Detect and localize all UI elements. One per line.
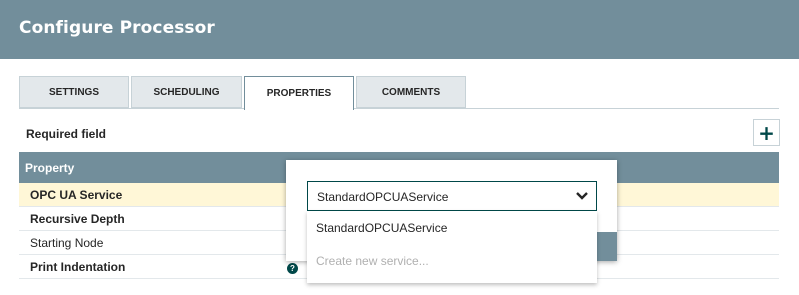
dialog-header: Configure Processor (0, 0, 799, 59)
property-name: Recursive Depth (30, 212, 125, 226)
tabs-divider (19, 108, 779, 109)
property-name: Print Indentation (30, 260, 126, 274)
dropdown-option-standard-opcua-service[interactable]: StandardOPCUAService (307, 211, 597, 243)
tab-comments[interactable]: COMMENTS (356, 76, 466, 108)
editor-footer (596, 232, 617, 261)
property-column-header: Property (25, 161, 75, 175)
dialog-title: Configure Processor (19, 18, 215, 38)
option-label: Create new service... (316, 254, 429, 268)
service-dropdown-list: StandardOPCUAService Create new service.… (307, 211, 597, 283)
tab-scheduling[interactable]: SCHEDULING (131, 76, 242, 108)
tab-properties[interactable]: PROPERTIES (244, 76, 354, 110)
plus-icon: + (758, 120, 775, 145)
chevron-down-icon (576, 192, 588, 200)
combo-selected-value: StandardOPCUAService (317, 190, 449, 204)
property-name: Starting Node (30, 236, 104, 250)
help-icon[interactable]: ? (287, 263, 298, 274)
service-combo-select[interactable]: StandardOPCUAService (307, 181, 597, 211)
tab-settings[interactable]: SETTINGS (19, 76, 129, 108)
option-label: StandardOPCUAService (316, 221, 448, 235)
dropdown-option-create-new-service[interactable]: Create new service... (307, 244, 597, 276)
property-name: OPC UA Service (30, 188, 123, 202)
required-field-label: Required field (26, 127, 107, 141)
add-property-button[interactable]: + (753, 119, 780, 146)
